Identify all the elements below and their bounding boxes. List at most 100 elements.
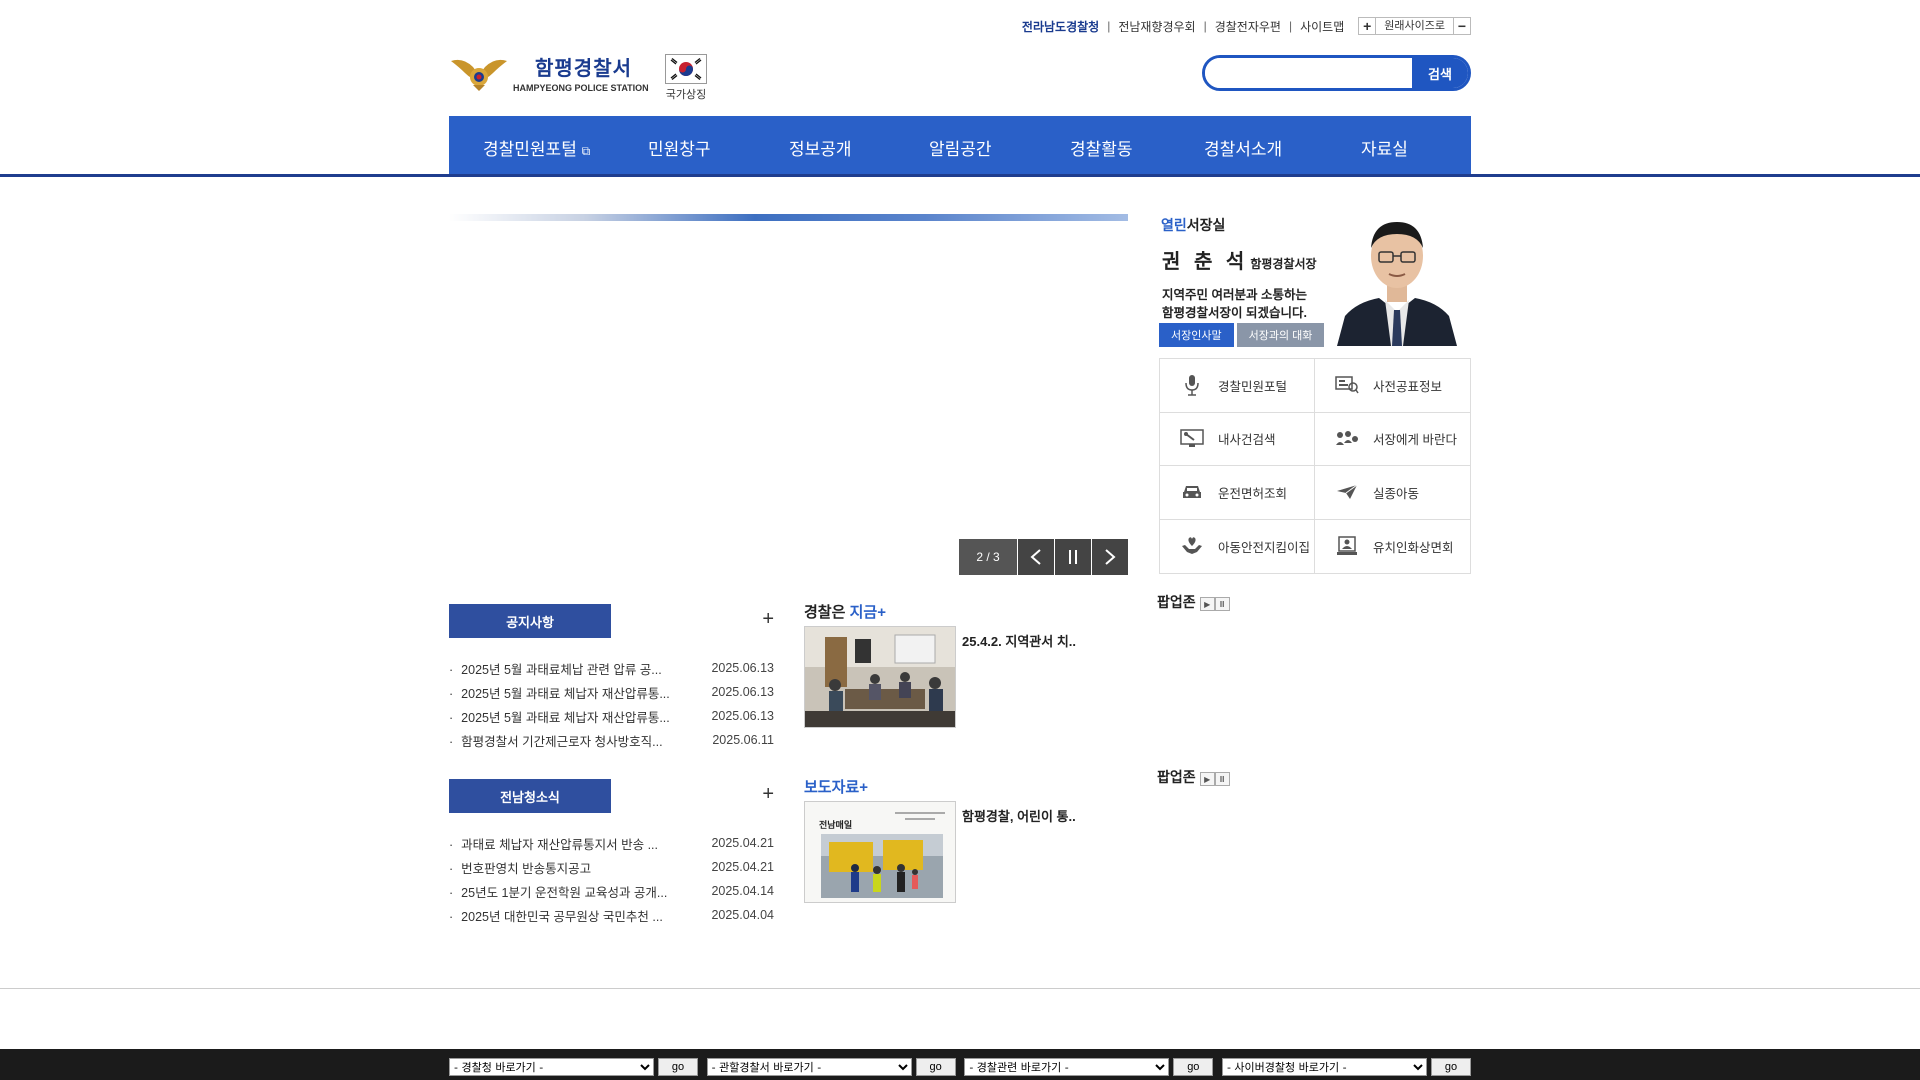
related-site-select[interactable]: - 경찰관련 바로가기 -: [964, 1058, 1170, 1076]
chevron-right-icon: [1105, 549, 1116, 565]
list-item[interactable]: 2025년 5월 과태료 체납자 재산압류통... 2025.06.13: [449, 680, 774, 704]
nav-civil-portal[interactable]: 경찰민원포털 ⧉: [483, 135, 590, 160]
item-title[interactable]: 2025년 5월 과태료체납 관련 압류 공...: [449, 659, 662, 678]
notice-more-button[interactable]: +: [762, 608, 774, 631]
item-title[interactable]: 번호판영치 반송통지공고: [449, 858, 591, 877]
quick-license-lookup[interactable]: 운전면허조회: [1160, 466, 1315, 520]
item-date: 2025.04.04: [711, 908, 774, 922]
nav-police-activity[interactable]: 경찰활동: [1070, 135, 1133, 160]
quick-child-safety-house[interactable]: 아동안전지킴이집: [1160, 519, 1315, 573]
quick-case-search[interactable]: 내사건검색: [1160, 412, 1315, 466]
press-release-section: 보도자료+ 전남매일 함평경찰, 어린이 통..: [804, 776, 1128, 903]
heart-hands-icon: [1180, 536, 1204, 556]
util-link-sitemap[interactable]: 사이트맵: [1300, 18, 1344, 35]
list-item[interactable]: 2025년 대한민국 공무원상 국민추천 ... 2025.04.04: [449, 903, 774, 927]
zoom-out-button[interactable]: −: [1453, 17, 1471, 35]
police-now-heading[interactable]: 경찰은 지금+: [804, 601, 1128, 622]
police-now-caption[interactable]: 25.4.2. 지역관서 치..: [962, 631, 1076, 650]
list-item[interactable]: 2025년 5월 과태료체납 관련 압류 공... 2025.06.13: [449, 656, 774, 680]
local-station-go-button[interactable]: go: [915, 1058, 956, 1076]
quick-missing-child[interactable]: 실종아동: [1315, 466, 1470, 520]
video-call-icon: [1335, 536, 1359, 556]
new-window-icon: ⧉: [581, 144, 591, 158]
local-station-select[interactable]: - 관할경찰서 바로가기 -: [706, 1058, 912, 1076]
quick-suggest-chief[interactable]: 서장에게 바란다: [1315, 413, 1470, 466]
search-input[interactable]: [1205, 58, 1412, 88]
site-name: 함평경찰서: [535, 58, 632, 80]
people-icon: [1335, 429, 1359, 449]
chief-office-title: 열린서장실: [1161, 215, 1225, 235]
item-date: 2025.04.21: [711, 836, 774, 850]
quick-label: 서장에게 바란다: [1373, 433, 1457, 448]
press-caption[interactable]: 함평경찰, 어린이 통..: [962, 806, 1076, 825]
nav-notice-space[interactable]: 알림공간: [929, 135, 992, 160]
related-site-go-button[interactable]: go: [1173, 1058, 1214, 1076]
quick-civil-portal[interactable]: 경찰민원포털: [1160, 359, 1315, 413]
related-sites: - 경찰청 바로가기 - go - 관할경찰서 바로가기 - go - 경찰관련…: [449, 1058, 1471, 1076]
list-item[interactable]: 함평경찰서 기간제근로자 청사방호직... 2025.06.11: [449, 728, 774, 752]
nav-archive[interactable]: 자료실: [1361, 135, 1408, 160]
tab-jeonnam-news[interactable]: 전남청소식: [449, 779, 611, 813]
taegukgi-icon: [665, 54, 707, 84]
car-icon: [1180, 482, 1204, 502]
popup-play-button[interactable]: ▶: [1199, 772, 1215, 786]
list-item[interactable]: 번호판영치 반송통지공고 2025.04.21: [449, 855, 774, 879]
list-item[interactable]: 25년도 1분기 운전학원 교육성과 공개... 2025.04.14: [449, 879, 774, 903]
util-link-jeonnam-police[interactable]: 전라남도경찰청: [1022, 18, 1099, 35]
chief-dialog-button[interactable]: 서장과의 대화: [1236, 323, 1325, 347]
search-button[interactable]: 검색: [1412, 58, 1468, 88]
quick-label: 경찰민원포털: [1218, 379, 1288, 394]
chief-title-open: 열린: [1161, 217, 1187, 233]
item-title[interactable]: 25년도 1분기 운전학원 교육성과 공개...: [449, 882, 667, 901]
util-link-veterans[interactable]: 전남재향경우회: [1118, 18, 1195, 35]
item-title[interactable]: 2025년 5월 과태료 체납자 재산압류통...: [449, 683, 670, 702]
nav-info-disclosure[interactable]: 정보공개: [789, 135, 852, 160]
press-heading[interactable]: 보도자료+: [804, 776, 1128, 797]
nav-station-intro[interactable]: 경찰서소개: [1204, 135, 1282, 160]
chief-greeting-button[interactable]: 서장인사말: [1159, 323, 1234, 347]
notice-board: 공지사항 + 2025년 5월 과태료체납 관련 압류 공... 2025.06.…: [449, 604, 774, 752]
original-size-button[interactable]: 원래사이즈로: [1376, 17, 1453, 35]
item-title[interactable]: 과태료 체납자 재산압류통지서 반송 ...: [449, 834, 658, 853]
util-separator: |: [1203, 19, 1207, 33]
jeonnam-more-button[interactable]: +: [762, 783, 774, 806]
tab-notice[interactable]: 공지사항: [449, 604, 611, 638]
site-logo[interactable]: 함평경찰서 HAMPYEONG POLICE STATION: [449, 52, 649, 93]
nav-civil-window[interactable]: 민원창구: [648, 135, 711, 160]
popup-zone-title: 팝업존: [1157, 594, 1196, 610]
quick-label: 사전공표정보: [1373, 379, 1443, 394]
util-separator: |: [1288, 19, 1293, 33]
item-date: 2025.06.13: [711, 661, 774, 675]
quick-video-visit[interactable]: 유치인화상면회: [1315, 520, 1470, 574]
nav-label: 경찰민원포털: [483, 140, 577, 159]
slider-next-button[interactable]: [1092, 539, 1128, 575]
slider-pause-button[interactable]: [1055, 539, 1091, 575]
item-title[interactable]: 함평경찰서 기간제근로자 청사방호직...: [449, 731, 662, 750]
plus-icon: +: [877, 604, 886, 621]
police-agency-go-button[interactable]: go: [658, 1058, 698, 1076]
list-item[interactable]: 2025년 5월 과태료 체납자 재산압류통... 2025.06.13: [449, 704, 774, 728]
popup-zone-title: 팝업존: [1157, 769, 1196, 785]
util-link-email[interactable]: 경찰전자우편: [1215, 18, 1281, 35]
zoom-in-button[interactable]: +: [1358, 17, 1377, 35]
item-title[interactable]: 2025년 대한민국 공무원상 국민추천 ...: [449, 906, 663, 925]
police-emblem-icon: [449, 53, 509, 93]
item-date: 2025.06.13: [711, 685, 774, 699]
popup-pause-button[interactable]: II: [1214, 772, 1230, 786]
popup-pause-button[interactable]: II: [1214, 597, 1230, 611]
slider-image[interactable]: [449, 214, 1128, 221]
press-thumbnail[interactable]: 전남매일: [804, 801, 956, 903]
slider-prev-button[interactable]: [1018, 539, 1054, 575]
press-thumbnail-text: 전남매일: [819, 819, 852, 831]
item-title[interactable]: 2025년 5월 과태료 체납자 재산압류통...: [449, 707, 670, 726]
list-item[interactable]: 과태료 체납자 재산압류통지서 반송 ... 2025.04.21: [449, 831, 774, 855]
national-symbol[interactable]: 국가상징: [665, 54, 707, 102]
quick-pre-disclosure[interactable]: 사전공표정보: [1315, 359, 1470, 413]
popup-play-button[interactable]: ▶: [1199, 597, 1215, 611]
flag-label: 국가상징: [665, 89, 707, 101]
quick-label: 실종아동: [1373, 486, 1420, 501]
cyber-police-select[interactable]: - 사이버경찰청 바로가기 -: [1221, 1058, 1427, 1076]
police-now-thumbnail[interactable]: [804, 626, 956, 728]
cyber-police-go-button[interactable]: go: [1430, 1058, 1471, 1076]
police-agency-select[interactable]: - 경찰청 바로가기 -: [449, 1058, 654, 1076]
